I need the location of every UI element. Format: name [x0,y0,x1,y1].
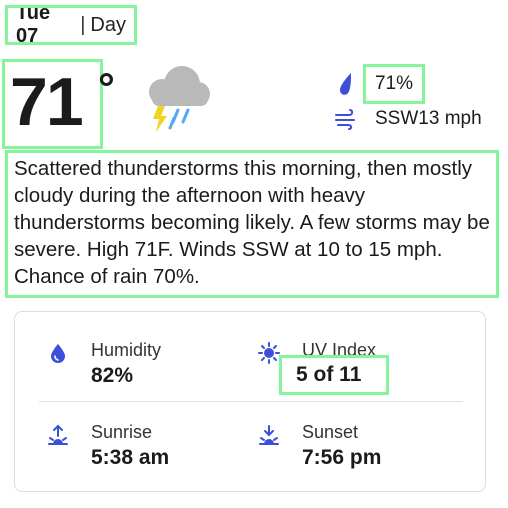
sun-icon [258,342,280,364]
temperature-value: 71 [10,64,84,140]
sunrise-value: 5:38 am [91,446,170,469]
precipitation-drop-icon [340,73,351,95]
humidity-value: 82% [91,364,134,387]
wind-icon [335,109,355,130]
sunset-label: Sunset [302,422,359,442]
sunrise-icon [48,424,68,445]
date-header: Tue 07 | Day [5,2,137,47]
date-label: Tue 07 [16,2,51,47]
forecast-summary: Scattered thunderstorms this morning, th… [5,150,499,298]
sunset-icon [259,425,279,445]
details-card: Humidity 82% UV Index Sunrise 5:38 am Su… [14,311,486,492]
details-divider [39,401,463,402]
degree-symbol: ° [98,64,115,111]
weather-day-panel: Tue 07 | Day 71 ° 71% SSW13 mph Scattere… [0,0,508,508]
uv-index-value: 5 of 11 [279,355,389,395]
sunset-value: 7:56 pm [302,446,382,469]
water-drop-icon [51,344,65,363]
sunrise-label: Sunrise [91,422,153,442]
part-of-day-label: Day [90,13,126,36]
date-separator: | [80,13,86,36]
wind-value: SSW13 mph [375,108,482,129]
thunderstorm-cloud-icon [149,66,210,132]
humidity-label: Humidity [91,340,162,360]
precipitation-chance: 71% [363,64,425,104]
